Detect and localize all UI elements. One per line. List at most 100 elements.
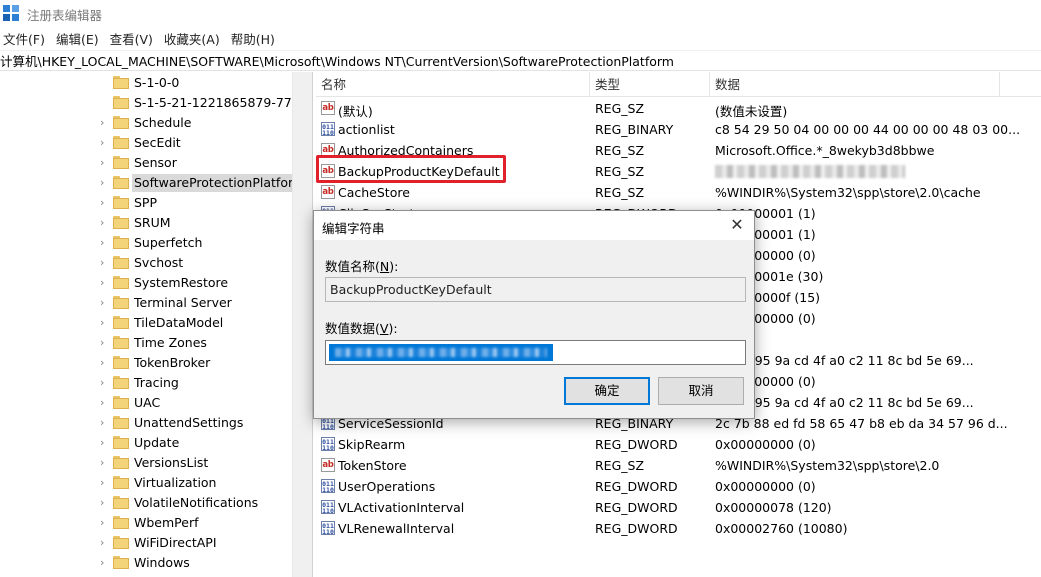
value-row[interactable]: 011 110 VLRenewalInterval REG_DWORD 0x00002… bbox=[316, 518, 1041, 539]
value-row[interactable]: ab CacheStore REG_SZ %WINDIR%\System32\spp\… bbox=[316, 182, 1041, 203]
column-header-name[interactable]: 名称 bbox=[316, 72, 590, 97]
chevron-right-icon[interactable]: › bbox=[100, 177, 110, 189]
value-type: REG_BINARY bbox=[595, 122, 674, 137]
folder-icon bbox=[113, 536, 129, 549]
tree-item[interactable]: › TileDataModel bbox=[0, 313, 312, 333]
value-data: %WINDIR%\System32\spp\store\2.0\cache bbox=[715, 185, 981, 200]
value-row[interactable]: 011 110 VLActivationInterval REG_DWORD 0x00… bbox=[316, 497, 1041, 518]
value-name-field[interactable]: BackupProductKeyDefault bbox=[325, 277, 746, 302]
tree-item-label: Schedule bbox=[134, 115, 192, 130]
tree-item[interactable]: › SPP bbox=[0, 193, 312, 213]
tree-item-label: Update bbox=[134, 435, 180, 450]
chevron-right-icon[interactable]: › bbox=[100, 117, 110, 129]
tree-item[interactable]: › Terminal Server bbox=[0, 293, 312, 313]
value-row[interactable]: ab TokenStore REG_SZ %WINDIR%\System32\spp\… bbox=[316, 455, 1041, 476]
redacted-selected-text bbox=[329, 344, 553, 361]
tree-scrollbar[interactable] bbox=[292, 72, 312, 577]
tree-item[interactable]: S-1-0-0 bbox=[0, 73, 312, 93]
chevron-right-icon[interactable]: › bbox=[100, 317, 110, 329]
tree-item[interactable]: › Svchost bbox=[0, 253, 312, 273]
tree-item[interactable]: › Time Zones bbox=[0, 333, 312, 353]
tree-item[interactable]: › Sensor bbox=[0, 153, 312, 173]
chevron-right-icon[interactable]: › bbox=[100, 237, 110, 249]
ok-button[interactable]: 确定 bbox=[564, 377, 650, 405]
tree-item-label: WiFiDirectAPI bbox=[134, 535, 217, 550]
chevron-right-icon[interactable]: › bbox=[100, 477, 110, 489]
folder-icon bbox=[113, 116, 129, 129]
tree-item[interactable]: › VersionsList bbox=[0, 453, 312, 473]
red-highlight-annotation bbox=[316, 155, 506, 183]
chevron-right-icon[interactable]: › bbox=[100, 277, 110, 289]
tree-item[interactable]: › WbemPerf bbox=[0, 513, 312, 533]
folder-icon bbox=[113, 436, 129, 449]
menu-view[interactable]: 查看(V) bbox=[106, 29, 160, 48]
close-icon[interactable]: ✕ bbox=[726, 215, 748, 235]
tree-item[interactable]: › WiFiDirectAPI bbox=[0, 533, 312, 553]
edit-string-dialog: 编辑字符串 ✕ 数值名称(N): BackupProductKeyDefault… bbox=[313, 210, 755, 419]
menu-file[interactable]: 文件(F) bbox=[0, 29, 52, 48]
tree-item[interactable]: › Tracing bbox=[0, 373, 312, 393]
tree-item-label: SecEdit bbox=[134, 135, 181, 150]
chevron-right-icon[interactable]: › bbox=[100, 437, 110, 449]
chevron-right-icon[interactable]: › bbox=[100, 257, 110, 269]
tree-item[interactable]: › SystemRestore bbox=[0, 273, 312, 293]
chevron-right-icon[interactable]: › bbox=[100, 357, 110, 369]
address-bar[interactable]: 计算机\HKEY_LOCAL_MACHINE\SOFTWARE\Microsof… bbox=[0, 50, 1041, 71]
tree-item[interactable]: › Virtualization bbox=[0, 473, 312, 493]
chevron-right-icon[interactable]: › bbox=[100, 217, 110, 229]
value-type: REG_DWORD bbox=[595, 437, 678, 452]
chevron-right-icon[interactable]: › bbox=[100, 457, 110, 469]
tree-item[interactable]: › Windows bbox=[0, 553, 312, 573]
chevron-right-icon[interactable]: › bbox=[100, 197, 110, 209]
tree-item[interactable]: › SRUM bbox=[0, 213, 312, 233]
chevron-right-icon[interactable]: › bbox=[100, 417, 110, 429]
cancel-button[interactable]: 取消 bbox=[658, 377, 744, 405]
tree-item[interactable]: › TokenBroker bbox=[0, 353, 312, 373]
binary-value-icon: 011 110 bbox=[321, 521, 335, 536]
tree-item[interactable]: › Schedule bbox=[0, 113, 312, 133]
tree-item[interactable]: › UAC bbox=[0, 393, 312, 413]
chevron-right-icon[interactable]: › bbox=[100, 557, 110, 569]
tree-item[interactable]: › UnattendSettings bbox=[0, 413, 312, 433]
column-header-data[interactable]: 数据 bbox=[710, 72, 1000, 97]
chevron-right-icon[interactable]: › bbox=[100, 537, 110, 549]
folder-icon bbox=[113, 416, 129, 429]
value-name: (默认) bbox=[338, 104, 373, 119]
tree-item[interactable]: S-1-5-21-1221865879-7707 bbox=[0, 93, 312, 113]
chevron-right-icon[interactable]: › bbox=[100, 517, 110, 529]
tree-item[interactable]: › Superfetch bbox=[0, 233, 312, 253]
folder-icon bbox=[113, 496, 129, 509]
value-type: REG_SZ bbox=[595, 143, 645, 158]
tree-item[interactable]: › SecEdit bbox=[0, 133, 312, 153]
chevron-right-icon[interactable]: › bbox=[100, 377, 110, 389]
tree-item[interactable]: › Update bbox=[0, 433, 312, 453]
value-row[interactable]: ab (默认) REG_SZ (数值未设置) bbox=[316, 98, 1041, 119]
chevron-right-icon[interactable]: › bbox=[100, 337, 110, 349]
chevron-right-icon[interactable]: › bbox=[100, 497, 110, 509]
menu-help[interactable]: 帮助(H) bbox=[227, 29, 282, 48]
value-data: Microsoft.Office.*_8wekyb3d8bbwe bbox=[715, 143, 935, 158]
chevron-right-icon[interactable]: › bbox=[100, 157, 110, 169]
folder-icon bbox=[113, 476, 129, 489]
column-header-type[interactable]: 类型 bbox=[590, 72, 710, 97]
value-row[interactable]: 011 110 UserOperations REG_DWORD 0x00000000… bbox=[316, 476, 1041, 497]
menu-edit[interactable]: 编辑(E) bbox=[52, 29, 106, 48]
tree-item[interactable]: › VolatileNotifications bbox=[0, 493, 312, 513]
folder-icon bbox=[113, 336, 129, 349]
folder-icon bbox=[113, 196, 129, 209]
value-type: REG_SZ bbox=[595, 458, 645, 473]
chevron-right-icon[interactable]: › bbox=[100, 397, 110, 409]
value-type: REG_SZ bbox=[595, 101, 645, 116]
chevron-right-icon[interactable]: › bbox=[100, 297, 110, 309]
menu-favorites[interactable]: 收藏夹(A) bbox=[160, 29, 227, 48]
folder-icon bbox=[113, 136, 129, 149]
value-row[interactable]: 011 110 actionlist REG_BINARY c8 54 29 50 0… bbox=[316, 119, 1041, 140]
redacted-data bbox=[715, 165, 905, 178]
value-data: (数值未设置) bbox=[715, 104, 788, 119]
value-row[interactable]: 011 110 SkipRearm REG_DWORD 0x00000000 (0) bbox=[316, 434, 1041, 455]
value-data-input[interactable] bbox=[325, 340, 746, 365]
chevron-right-icon[interactable]: › bbox=[100, 137, 110, 149]
tree-item[interactable]: › SoftwareProtectionPlatform bbox=[0, 173, 312, 193]
value-data: 0x00000000 (0) bbox=[715, 479, 816, 494]
binary-value-icon: 011 110 bbox=[321, 500, 335, 515]
